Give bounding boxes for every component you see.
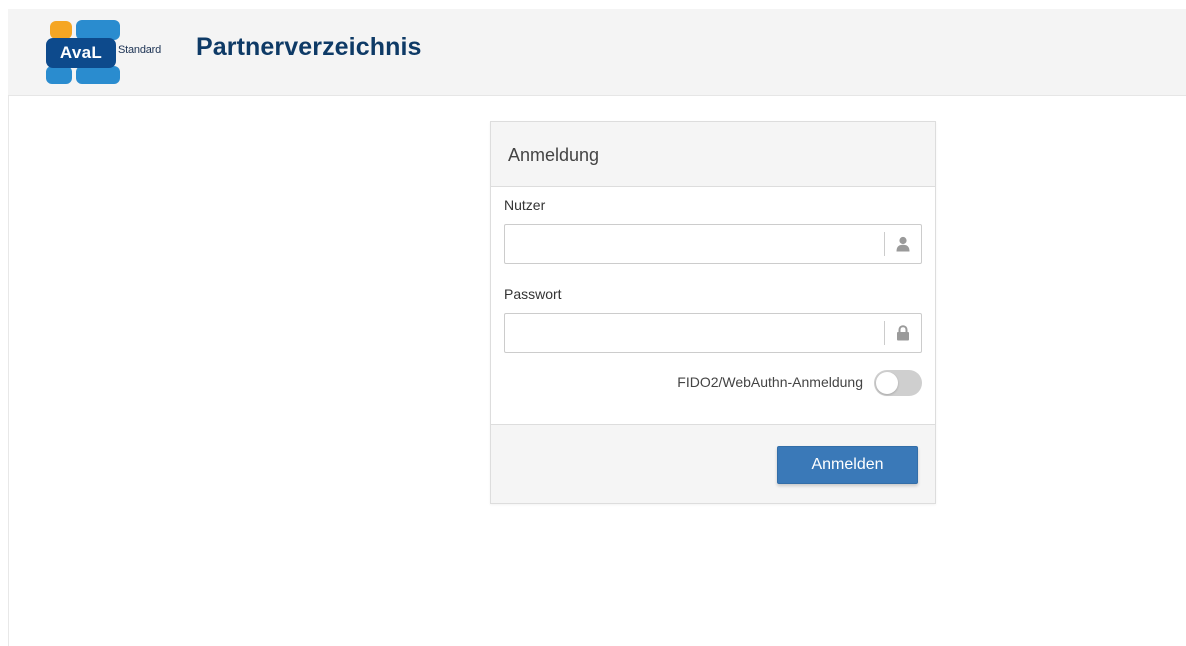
app-title: Partnerverzeichnis — [196, 33, 422, 61]
logo-tile-blue — [76, 66, 120, 84]
addon-divider — [884, 232, 885, 256]
logo-tile-blue — [46, 66, 72, 84]
aval-logo: AvaL Standard — [46, 20, 176, 86]
login-heading: Anmeldung — [491, 122, 935, 187]
user-field-label: Nutzer — [504, 197, 546, 213]
user-addon — [884, 225, 921, 263]
logo-wordmark: AvaL — [46, 38, 116, 68]
password-addon — [884, 314, 921, 352]
divider — [8, 96, 9, 646]
login-form: Nutzer Passwort FIDO2/WebAuthn-Anmeldung — [491, 187, 935, 424]
app-header: AvaL Standard Partnerverzeichnis — [8, 9, 1186, 96]
toggle-knob — [876, 372, 898, 394]
lock-icon — [897, 325, 909, 341]
logo-tile-blue — [76, 20, 120, 40]
logo-tagline: Standard — [118, 44, 162, 56]
user-input-group — [504, 224, 922, 264]
logo-tile-orange — [50, 21, 72, 39]
user-icon — [896, 236, 910, 252]
fido-toggle-label: FIDO2/WebAuthn-Anmeldung — [677, 374, 863, 390]
password-input[interactable] — [505, 314, 883, 352]
page: AvaL Standard Partnerverzeichnis Anmeldu… — [0, 0, 1186, 646]
login-panel: Anmeldung Nutzer Passwort FIDO2/WebAuthn… — [490, 121, 936, 504]
login-submit-button[interactable]: Anmelden — [777, 446, 918, 484]
login-footer: Anmelden — [491, 424, 935, 503]
fido-toggle-switch[interactable] — [874, 370, 922, 396]
password-input-group — [504, 313, 922, 353]
addon-divider — [884, 321, 885, 345]
user-input[interactable] — [505, 225, 883, 263]
password-field-label: Passwort — [504, 286, 562, 302]
